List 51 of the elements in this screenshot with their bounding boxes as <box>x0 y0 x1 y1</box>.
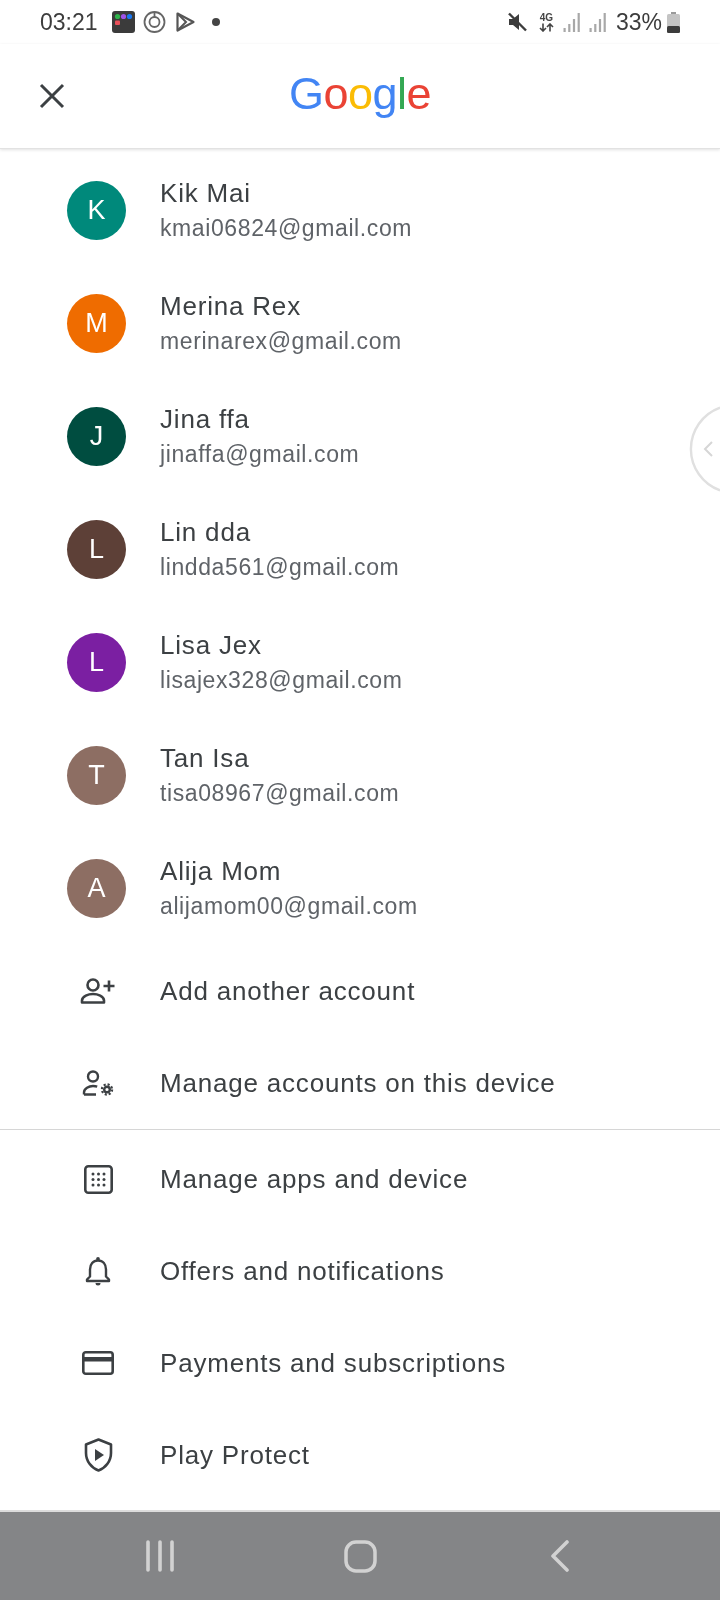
account-name[interactable]: Jina ffa <box>160 403 360 435</box>
account-email: merinarex@gmail.com <box>160 327 402 356</box>
signal-icon <box>562 12 581 32</box>
card-icon <box>82 1351 114 1375</box>
ring-icon <box>142 11 166 33</box>
account-email: kmai06824@gmail.com <box>160 214 413 243</box>
app-folder-icon <box>111 11 135 33</box>
account-name[interactable]: Tan Isa <box>160 742 400 774</box>
account-email: lindda561@gmail.com <box>160 553 400 582</box>
account-email: jinaffa@gmail.com <box>160 440 360 469</box>
avatar: J <box>67 407 126 466</box>
account-name[interactable]: Lin dda <box>160 516 400 548</box>
close-icon[interactable] <box>39 83 65 109</box>
menu-item[interactable]: Add another account <box>0 945 720 1037</box>
status-time: 03:21 <box>40 8 98 36</box>
back-icon[interactable] <box>550 1540 570 1572</box>
data-arrows-icon <box>538 23 554 32</box>
account-name[interactable]: Kik Mai <box>160 177 413 209</box>
avatar: A <box>67 859 126 918</box>
avatar: L <box>67 633 126 692</box>
account-name[interactable]: Lisa Jex <box>160 629 403 661</box>
account-email: lisajex328@gmail.com <box>160 666 403 695</box>
menu-item[interactable]: Offers and notifications <box>0 1225 720 1317</box>
chevron-icon <box>703 441 713 457</box>
recents-icon[interactable] <box>145 1540 175 1572</box>
person-add-icon <box>80 978 116 1004</box>
play-icon <box>175 12 195 32</box>
battery-percent: 33% <box>615 8 662 36</box>
signal-icon <box>588 12 607 32</box>
logo: Google <box>288 68 432 121</box>
account-email: tisa08967@gmail.com <box>160 779 400 808</box>
bell-icon <box>85 1255 111 1287</box>
avatar: M <box>67 294 126 353</box>
mute-icon <box>506 12 528 32</box>
person-gear-icon <box>82 1070 114 1096</box>
menu-item[interactable]: Manage accounts on this device <box>0 1037 720 1129</box>
account-name[interactable]: Alija Mom <box>160 855 418 887</box>
avatar: K <box>67 181 126 240</box>
account-name[interactable]: Merina Rex <box>160 290 402 322</box>
shield-play-icon <box>83 1438 113 1472</box>
menu-item[interactable]: Payments and subscriptions <box>0 1317 720 1409</box>
avatar: T <box>67 746 126 805</box>
menu-item[interactable]: Play Protect <box>0 1409 720 1501</box>
grid-icon <box>83 1164 113 1194</box>
battery-icon <box>667 11 680 33</box>
menu-item[interactable]: Manage apps and device <box>0 1133 720 1225</box>
account-email: alijamom00@gmail.com <box>160 892 418 921</box>
home-icon[interactable] <box>343 1539 377 1573</box>
dot-icon <box>211 18 220 26</box>
avatar: L <box>67 520 126 579</box>
network-label: 4G <box>539 12 554 23</box>
